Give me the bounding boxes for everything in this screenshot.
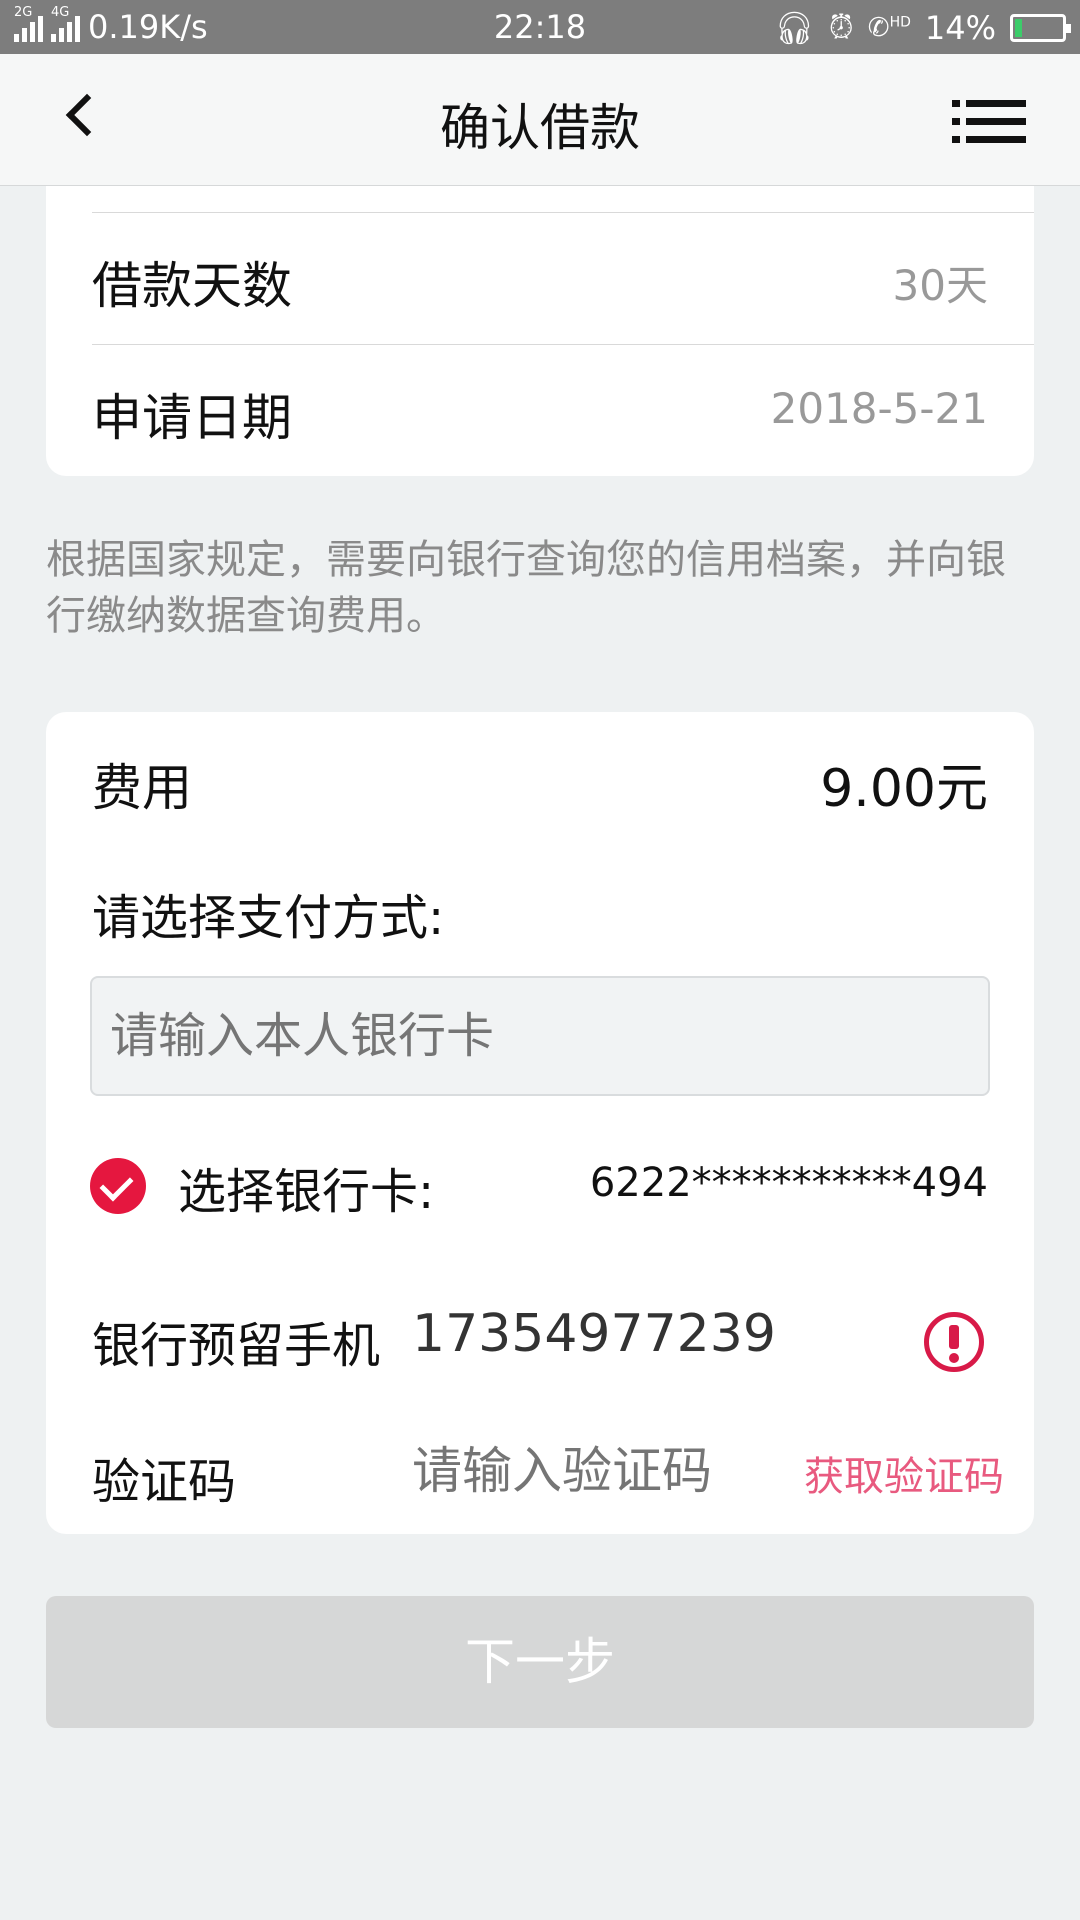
select-card-label[interactable]: 选择银行卡: <box>178 1152 434 1222</box>
payment-method-title: 请选择支付方式: <box>92 890 445 946</box>
credit-notice: 根据国家规定，需要向银行查询您的信用档案，并向银行缴纳数据查询费用。 <box>46 537 1006 639</box>
loan-info-card: 借款天数 30天 申请日期 2018-5-21 <box>46 186 1034 476</box>
nav-bar: 确认借款 <box>0 54 1080 186</box>
apply-date-value: 2018-5-21 <box>770 384 988 433</box>
payment-card: 费用 9.00元 请选择支付方式: 选择银行卡: 6222***********… <box>46 712 1034 1534</box>
headset-icon: 🎧︎ <box>774 8 815 47</box>
fee-value: 9.00元 <box>820 759 988 819</box>
call-hd-icon: ✆HD <box>867 12 911 43</box>
hd-label: HD <box>889 13 911 30</box>
page-title: 确认借款 <box>440 99 640 157</box>
status-bar: 2G 4G 0.19K/s 22:18 🎧︎ ⏰︎ ✆HD 14% <box>0 0 1080 54</box>
checkmark-icon[interactable] <box>90 1158 146 1214</box>
apply-date-label: 申请日期 <box>92 389 292 447</box>
phone-label: 银行预留手机 <box>92 1318 381 1374</box>
next-step-button[interactable]: 下一步 <box>46 1596 1034 1728</box>
divider <box>92 212 1034 213</box>
divider <box>92 344 1034 345</box>
menu-list-icon[interactable] <box>952 100 1026 144</box>
get-code-button[interactable]: 获取验证码 <box>804 1444 1004 1502</box>
alert-icon[interactable] <box>924 1312 984 1372</box>
bank-card-input[interactable] <box>90 976 990 1096</box>
card-number[interactable]: 6222***********494 <box>590 1160 988 1206</box>
battery-percent: 14% <box>924 8 996 47</box>
phone-number: 17354977239 <box>412 1304 776 1364</box>
loan-days-label: 借款天数 <box>92 257 292 315</box>
verification-code-label: 验证码 <box>92 1454 237 1510</box>
alarm-icon: ⏰︎ <box>828 8 854 46</box>
verification-code-input[interactable] <box>412 1436 732 1506</box>
status-right: 🎧︎ ⏰︎ ✆HD 14% <box>774 8 1071 47</box>
fee-label: 费用 <box>92 759 192 817</box>
battery-icon <box>1010 13 1071 42</box>
loan-days-value: 30天 <box>892 261 988 310</box>
